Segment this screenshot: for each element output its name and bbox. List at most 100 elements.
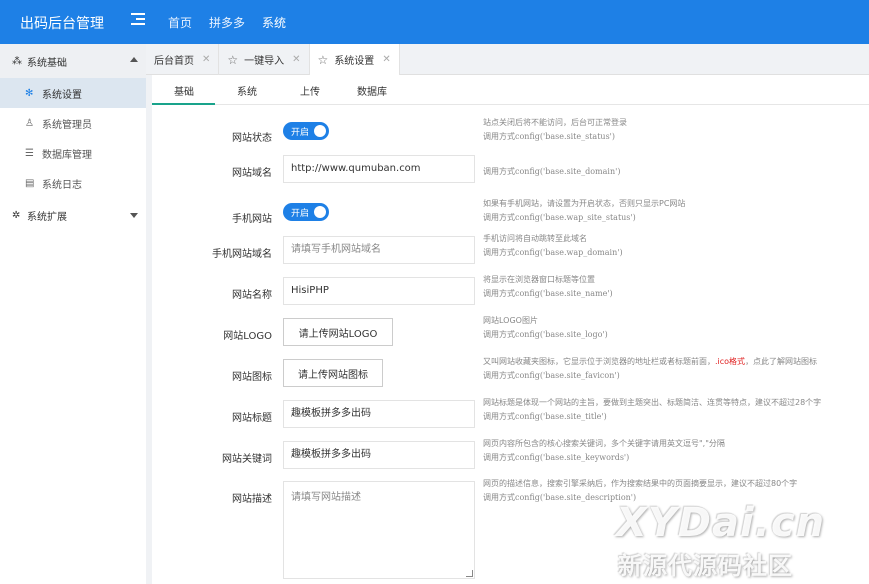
upload-logo-button[interactable]: 请上传网站LOGO — [283, 318, 393, 346]
hint-text: 网站标题是体现一个网站的主旨，要做到主题突出、标题简洁、连贯等特点，建议不超过2… — [483, 398, 822, 407]
field-hint: 调用方式config('base.site_domain') — [483, 165, 620, 179]
chevron-down-icon — [130, 213, 138, 218]
hint-prefix: 调用方式 — [483, 248, 515, 257]
topnav-item-home[interactable]: 首页 — [168, 14, 192, 31]
hint-format-warning: .ico格式 — [715, 357, 746, 366]
site-keywords-input[interactable]: 趣模板拼多多出码 — [283, 441, 475, 469]
subtab-upload[interactable]: 上传 — [300, 83, 320, 98]
hint-code: config('base.site_title') — [515, 412, 607, 421]
top-header: 出码后台管理 首页 拼多多 系统 — [0, 0, 869, 44]
hint-prefix: 调用方式 — [483, 493, 515, 502]
field-hint: 站点关闭后将不能访问，后台可正常登录 调用方式config('base.site… — [483, 116, 627, 144]
toggle-text: 开启 — [291, 209, 310, 219]
sidebar-item-admins[interactable]: ♙ 系统管理员 — [0, 108, 146, 138]
user-icon: ♙ — [25, 117, 34, 129]
hint-prefix: 调用方式 — [483, 453, 515, 462]
hint-code: config('base.site_logo') — [515, 330, 608, 339]
tab-home[interactable]: 后台首页 ✕ — [146, 44, 220, 75]
toggle-knob — [314, 206, 326, 218]
topnav-item-pinduoduo[interactable]: 拼多多 — [209, 14, 245, 31]
hint-prefix: 调用方式 — [483, 289, 515, 298]
sidebar-group-label: 系统扩展 — [27, 211, 67, 223]
star-icon: ☆ — [317, 52, 329, 67]
gear-icon: ✲ — [12, 209, 21, 221]
form-row-site-name: 网站名称 HisiPHP 将显示在浏览器窗口标题等位置 调用方式config('… — [152, 275, 869, 318]
subtab-system[interactable]: 系统 — [237, 83, 257, 98]
field-label: 网站标题 — [232, 413, 272, 424]
form-row-site-keywords: 网站关键词 趣模板拼多多出码 网页内容所包含的核心搜索关键词，多个关键字请用英文… — [152, 439, 869, 482]
form-row-site-favicon: 网站图标 请上传网站图标 又叫网站收藏夹图标，它显示位于浏览器的地址栏或者标题前… — [152, 357, 869, 400]
sidebar-group-system-basic[interactable]: ⁂ 系统基础 — [0, 44, 146, 78]
sidebar-group-system-extend[interactable]: ✲ 系统扩展 — [0, 198, 146, 232]
log-icon: ▤ — [25, 177, 35, 189]
active-tab-indicator — [152, 103, 215, 105]
sidebar-item-logs[interactable]: ▤ 系统日志 — [0, 168, 146, 198]
site-status-toggle[interactable]: 开启 — [283, 122, 329, 140]
form-row-site-domain: 网站域名 http://www.qumuban.com 调用方式config('… — [152, 155, 869, 196]
tab-label: 一键导入 — [244, 56, 285, 67]
hint-code: config('base.wap_domain') — [515, 248, 623, 257]
upload-favicon-button[interactable]: 请上传网站图标 — [283, 359, 383, 387]
hint-text: 站点关闭后将不能访问，后台可正常登录 — [483, 118, 627, 127]
field-hint: 又叫网站收藏夹图标，它显示位于浏览器的地址栏或者标题前面，.ico格式，点此了解… — [483, 355, 817, 383]
hint-text: 又叫网站收藏夹图标，它显示位于浏览器的地址栏或者标题前面， — [483, 357, 715, 366]
field-label: 网站状态 — [232, 133, 272, 144]
hint-prefix: 调用方式 — [483, 412, 515, 421]
menu-toggle-icon[interactable] — [131, 13, 145, 27]
modules-icon: ⁂ — [12, 55, 22, 67]
hint-code: config('base.site_status') — [515, 132, 615, 141]
close-icon[interactable]: ✕ — [202, 54, 210, 65]
field-label: 网站LOGO — [223, 331, 272, 342]
subtab-basic[interactable]: 基础 — [174, 83, 194, 98]
hint-code: config('base.site_favicon') — [515, 371, 620, 380]
hint-text: 手机访问将自动跳转至此域名 — [483, 234, 587, 243]
sidebar: ⁂ 系统基础 ✻ 系统设置 ♙ 系统管理员 ☰ 数据库管理 ▤ 系统日志 ✲ 系… — [0, 44, 146, 584]
settings-panel: 基础 系统 上传 数据库 网站状态 开启 站点关闭后将不能访问，后台可正常登录 … — [152, 75, 869, 584]
field-label: 手机网站域名 — [212, 249, 272, 260]
sidebar-item-label: 数据库管理 — [42, 149, 92, 161]
hint-prefix: 调用方式 — [483, 132, 515, 141]
wap-domain-input[interactable]: 请填写手机网站域名 — [283, 236, 475, 264]
hint-code: config('base.site_name') — [515, 289, 613, 298]
toggle-knob — [314, 125, 326, 137]
sidebar-item-database[interactable]: ☰ 数据库管理 — [0, 138, 146, 168]
form-row-site-logo: 网站LOGO 请上传网站LOGO 网站LOGO图片 调用方式config('ba… — [152, 316, 869, 359]
hint-text: 网页的描述信息，搜索引擎采纳后，作为搜索结果中的页面摘要显示，建议不超过80个字 — [483, 479, 798, 488]
topnav-item-system[interactable]: 系统 — [262, 14, 286, 31]
hint-prefix: 调用方式 — [483, 330, 515, 339]
site-domain-input[interactable]: http://www.qumuban.com — [283, 155, 475, 183]
site-description-textarea[interactable]: 请填写网站描述 — [283, 481, 475, 579]
close-icon[interactable]: ✕ — [382, 54, 390, 65]
tab-system-settings[interactable]: ☆ 系统设置 ✕ — [309, 44, 400, 75]
field-hint: 网页内容所包含的核心搜索关键词，多个关键字请用英文逗号","分隔 调用方式con… — [483, 437, 725, 465]
resize-handle[interactable] — [466, 570, 473, 577]
settings-subtabs: 基础 系统 上传 数据库 — [152, 75, 869, 105]
sidebar-item-label: 系统设置 — [42, 89, 82, 101]
hint-text: 如果有手机网站，请设置为开启状态，否则只显示PC网站 — [483, 199, 686, 208]
star-icon: ☆ — [227, 52, 239, 67]
wap-status-toggle[interactable]: 开启 — [283, 203, 329, 221]
site-name-input[interactable]: HisiPHP — [283, 277, 475, 305]
tab-import[interactable]: ☆ 一键导入 ✕ — [219, 44, 310, 75]
database-icon: ☰ — [25, 147, 34, 159]
site-title-input[interactable]: 趣模板拼多多出码 — [283, 400, 475, 428]
subtab-database[interactable]: 数据库 — [357, 83, 387, 98]
form-row-site-description: 网站描述 请填写网站描述 网页的描述信息，搜索引擎采纳后，作为搜索结果中的页面摘… — [152, 479, 869, 581]
app-title: 出码后台管理 — [20, 16, 104, 32]
hint-text: 将显示在浏览器窗口标题等位置 — [483, 275, 595, 284]
favicon-help-link[interactable]: ，点此了解网站图标 — [745, 357, 817, 366]
hint-code: config('base.wap_site_status') — [515, 213, 636, 222]
field-label: 网站图标 — [232, 372, 272, 383]
tab-label: 系统设置 — [334, 56, 375, 67]
hint-code: config('base.site_description') — [515, 493, 637, 502]
textarea-placeholder: 请填写网站描述 — [291, 492, 361, 503]
sidebar-item-label: 系统管理员 — [42, 119, 92, 131]
sidebar-item-system-settings[interactable]: ✻ 系统设置 — [0, 78, 146, 108]
gear-icon: ✻ — [25, 87, 34, 99]
toggle-text: 开启 — [291, 128, 310, 138]
field-label: 网站域名 — [232, 168, 272, 179]
field-label: 网站名称 — [232, 290, 272, 301]
field-hint: 将显示在浏览器窗口标题等位置 调用方式config('base.site_nam… — [483, 273, 613, 301]
hint-code: config('base.site_domain') — [515, 167, 621, 176]
close-icon[interactable]: ✕ — [292, 54, 300, 65]
